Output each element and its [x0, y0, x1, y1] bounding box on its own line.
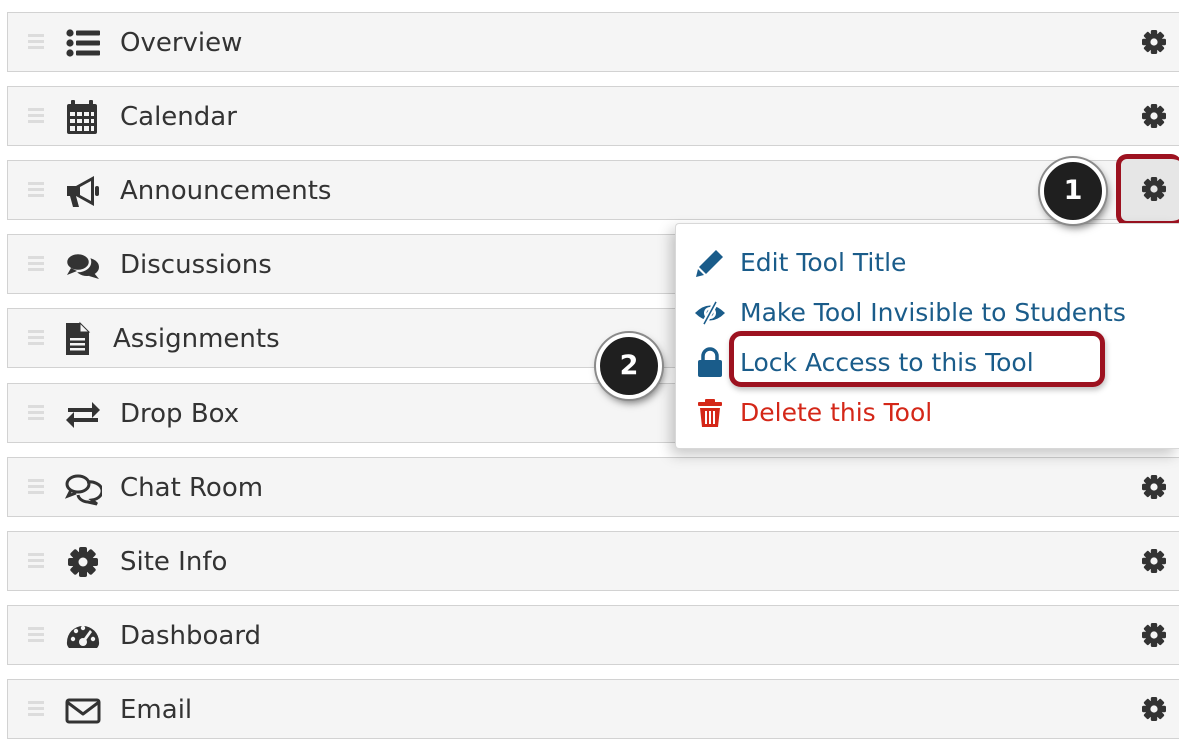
tool-row-email[interactable]: Email	[7, 679, 1179, 739]
tool-row-chat-room[interactable]: Chat Room	[7, 457, 1179, 517]
drag-handle-icon[interactable]	[28, 256, 44, 271]
drag-handle-icon[interactable]	[28, 182, 44, 197]
menu-label: Make Tool Invisible to Students	[740, 298, 1126, 327]
gear-icon[interactable]	[1141, 29, 1167, 55]
chat-bubbles-icon	[64, 470, 102, 506]
drag-handle-icon[interactable]	[28, 330, 44, 345]
drag-handle-icon[interactable]	[28, 627, 44, 642]
gear-icon[interactable]	[1141, 176, 1167, 202]
comments-icon	[64, 247, 102, 283]
gear-icon[interactable]	[1141, 474, 1167, 500]
pencil-icon	[694, 247, 726, 279]
eye-slash-icon	[694, 297, 726, 329]
drag-handle-icon[interactable]	[28, 405, 44, 420]
step-callout-1: 1	[1040, 158, 1106, 224]
drag-handle-icon[interactable]	[28, 34, 44, 49]
tool-label-email: Email	[120, 695, 193, 725]
gear-icon[interactable]	[1141, 622, 1167, 648]
tool-label-assignments: Assignments	[113, 324, 280, 354]
menu-item-delete-tool[interactable]: Delete this Tool	[690, 391, 1179, 435]
tool-label-chat-room: Chat Room	[120, 473, 264, 503]
gear-icon	[64, 544, 102, 580]
gear-icon[interactable]	[1141, 103, 1167, 129]
tool-row-calendar[interactable]: Calendar	[7, 86, 1179, 146]
tool-label-overview: Overview	[120, 28, 243, 58]
menu-label: Edit Tool Title	[740, 248, 907, 277]
dashboard-icon	[64, 618, 102, 654]
gear-icon[interactable]	[1141, 696, 1167, 722]
envelope-icon	[64, 692, 102, 728]
tool-label-site-info: Site Info	[120, 547, 228, 577]
tool-row-dashboard[interactable]: Dashboard	[7, 605, 1179, 665]
settings-button-highlight[interactable]	[1116, 154, 1179, 226]
megaphone-icon	[64, 173, 102, 209]
tool-row-announcements[interactable]: Announcements	[7, 160, 1179, 220]
list-icon	[64, 25, 102, 61]
document-icon	[58, 321, 96, 357]
tool-row-overview[interactable]: Overview	[7, 12, 1179, 72]
drag-handle-icon[interactable]	[28, 479, 44, 494]
calendar-icon	[64, 99, 102, 135]
drag-handle-icon[interactable]	[28, 701, 44, 716]
tool-label-discussions: Discussions	[120, 250, 272, 280]
trash-icon	[694, 397, 726, 429]
step-callout-2: 2	[596, 333, 662, 399]
exchange-icon	[64, 396, 102, 432]
gear-icon[interactable]	[1141, 548, 1167, 574]
drag-handle-icon[interactable]	[28, 108, 44, 123]
tool-label-drop-box: Drop Box	[120, 399, 240, 429]
tool-label-dashboard: Dashboard	[120, 621, 262, 651]
tool-label-calendar: Calendar	[120, 102, 237, 132]
tool-label-announcements: Announcements	[120, 176, 332, 206]
menu-item-make-invisible[interactable]: Make Tool Invisible to Students	[690, 291, 1179, 335]
menu-item-edit-tool-title[interactable]: Edit Tool Title	[690, 241, 1179, 285]
lock-access-highlight	[729, 331, 1105, 387]
tool-row-site-info[interactable]: Site Info	[7, 531, 1179, 591]
menu-label: Delete this Tool	[740, 398, 933, 427]
drag-handle-icon[interactable]	[28, 553, 44, 568]
lock-icon	[694, 347, 726, 379]
